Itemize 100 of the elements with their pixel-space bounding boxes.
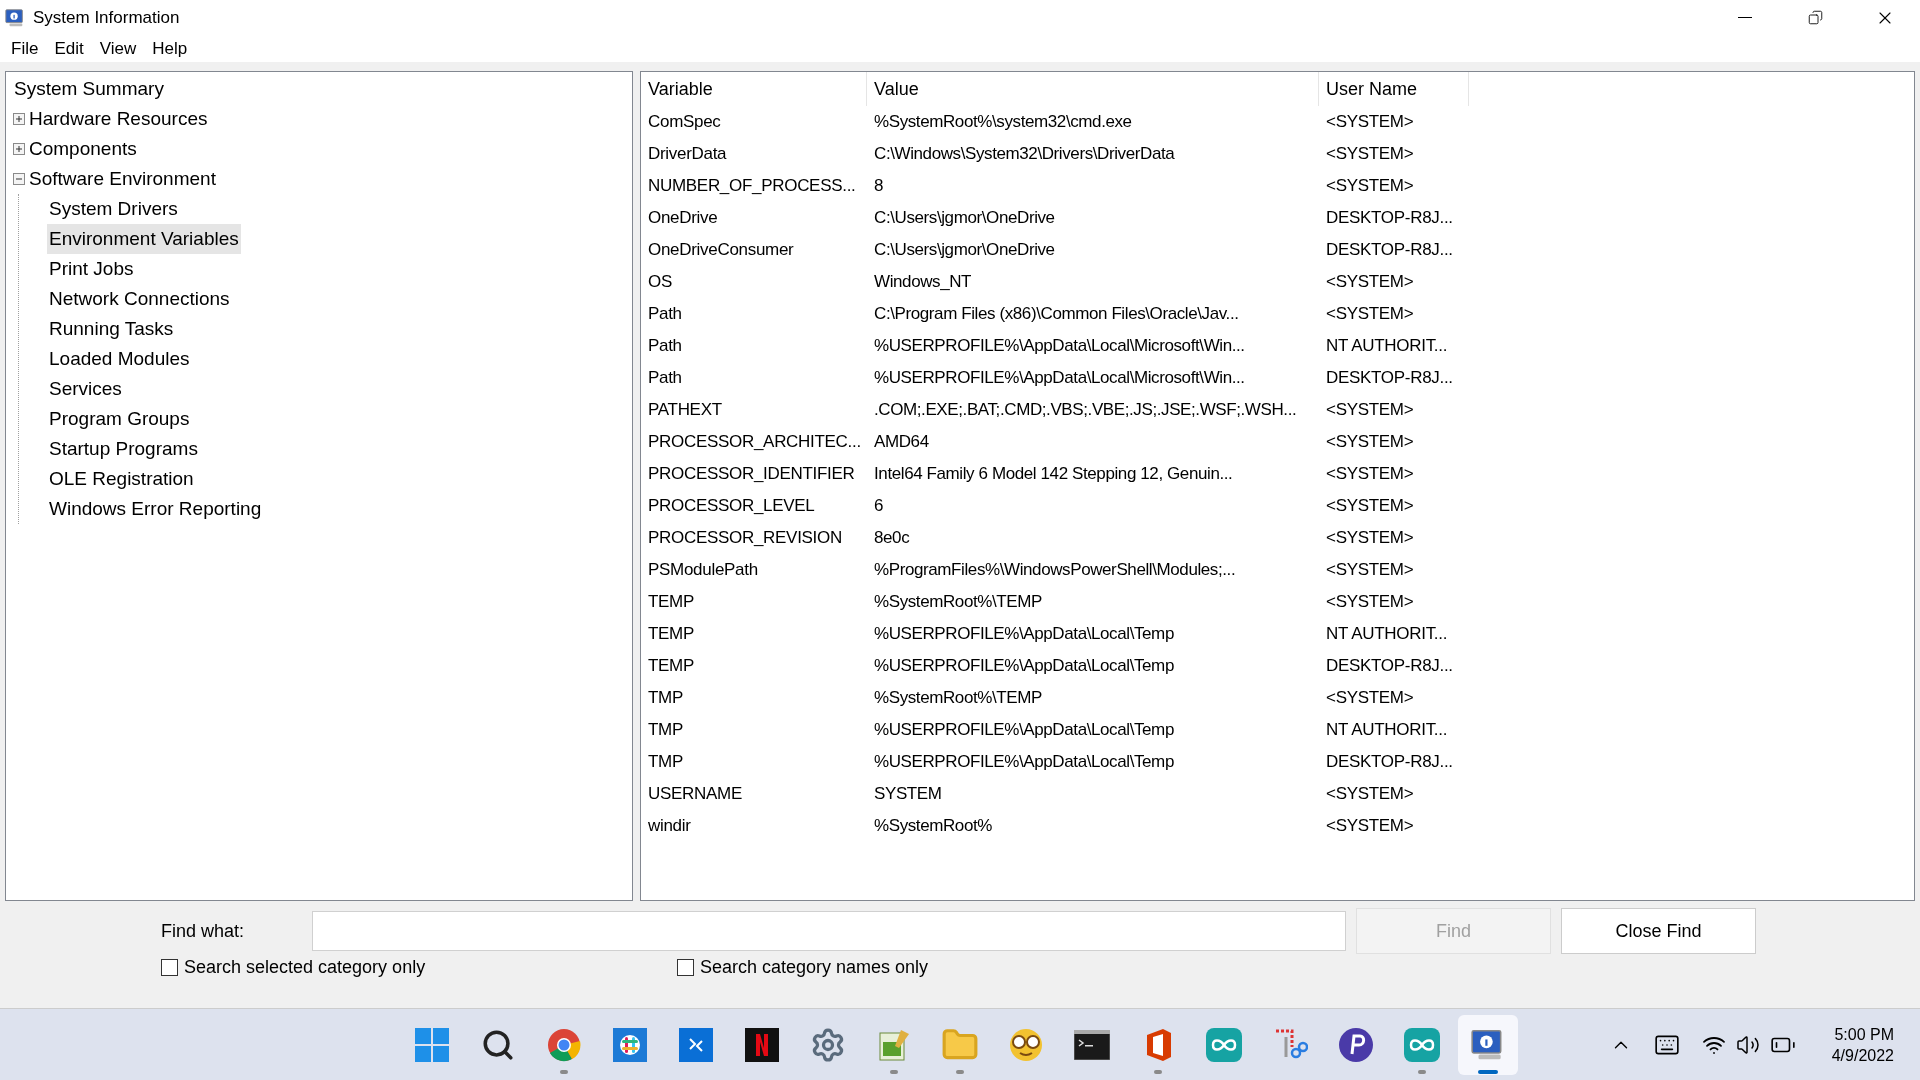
- table-cell-text: Intel64 Family 6 Model 142 Stepping 12, Genuin...: [873, 463, 1234, 486]
- table-cell-text: <SYSTEM>: [1325, 431, 1415, 454]
- terminal-icon[interactable]: [1074, 1029, 1110, 1060]
- table-row[interactable]: ComSpec %SystemRoot%\system32\cmd.exe <SYSTEM>: [641, 106, 1914, 138]
- tree-item[interactable]: Print Jobs: [47, 254, 136, 284]
- column-header[interactable]: Value: [867, 72, 1319, 106]
- streaming-app-icon[interactable]: [745, 1027, 779, 1062]
- collapse-icon[interactable]: [13, 173, 25, 185]
- owl-face-icon[interactable]: [1008, 1027, 1044, 1062]
- table-row[interactable]: Path C:\Program Files (x86)\Common Files\Oracle\Jav... <SYSTEM>: [641, 298, 1914, 330]
- tree-item[interactable]: Program Groups: [47, 404, 192, 434]
- table-cell-text: PROCESSOR_ARCHITEC...: [647, 431, 862, 454]
- table-cell-text: <SYSTEM>: [1325, 143, 1415, 166]
- tree-item[interactable]: Services: [47, 374, 124, 404]
- tree-item[interactable]: Windows Error Reporting: [47, 494, 264, 524]
- table-row[interactable]: PROCESSOR_IDENTIFIER Intel64 Family 6 Model 142 Stepping 12, Genuin... <SYSTEM>: [641, 458, 1914, 490]
- column-header[interactable]: User Name: [1319, 72, 1469, 106]
- tree-item[interactable]: Software Environment: [27, 164, 218, 194]
- search-icon[interactable]: [481, 1027, 515, 1062]
- infinity-app-icon[interactable]: [1206, 1027, 1242, 1062]
- table-cell-text: SYSTEM: [873, 783, 943, 806]
- table-cell-text: C:\Users\jgmor\OneDrive: [873, 239, 1056, 262]
- table-cell-text: %SystemRoot%: [873, 815, 994, 838]
- taskbar-app-button[interactable]: [1458, 1014, 1518, 1075]
- table-row[interactable]: OS Windows_NT <SYSTEM>: [641, 266, 1914, 298]
- tree-item[interactable]: System Summary: [12, 78, 166, 99]
- settings-icon[interactable]: [810, 1026, 846, 1063]
- checkbox[interactable]: [677, 959, 694, 976]
- table-row[interactable]: TMP %SystemRoot%\TEMP <SYSTEM>: [641, 682, 1914, 714]
- table-cell-text: <SYSTEM>: [1325, 783, 1415, 806]
- hash-app-icon[interactable]: [613, 1027, 647, 1062]
- tree-item[interactable]: Running Tasks: [47, 314, 176, 344]
- monitor-info-icon: [4, 6, 26, 29]
- menu-item[interactable]: Edit: [46, 36, 92, 61]
- table-cell-text: C:\Windows\System32\Drivers\DriverData: [873, 143, 1176, 166]
- infinity-app-icon[interactable]: [1404, 1027, 1440, 1062]
- table-row[interactable]: PROCESSOR_REVISION 8e0c <SYSTEM>: [641, 522, 1914, 554]
- menu-item[interactable]: View: [91, 36, 145, 61]
- table-cell-text: windir: [647, 815, 692, 838]
- table-cell-text: %SystemRoot%\TEMP: [873, 687, 1043, 710]
- table-row[interactable]: PATHEXT .COM;.EXE;.BAT;.CMD;.VBS;.VBE;.JS;.JSE;.WSF;.WSH... <SYSTEM>: [641, 394, 1914, 426]
- table-row[interactable]: OneDriveConsumer C:\Users\jgmor\OneDrive DESKTOP-R8J...: [641, 234, 1914, 266]
- table-cell-text: Path: [647, 303, 683, 326]
- table-cell-text: <SYSTEM>: [1325, 463, 1415, 486]
- tree-item[interactable]: System Drivers: [47, 194, 180, 224]
- tree-item[interactable]: Hardware Resources: [27, 104, 210, 134]
- table-row[interactable]: DriverData C:\Windows\System32\Drivers\DriverData <SYSTEM>: [641, 138, 1914, 170]
- clock[interactable]: 5:00 PM 4/9/2022: [1831, 1023, 1894, 1066]
- menu-item[interactable]: Help: [144, 36, 196, 61]
- table-row[interactable]: windir %SystemRoot% <SYSTEM>: [641, 810, 1914, 842]
- table-cell-text: TEMP: [647, 655, 696, 678]
- tree-item[interactable]: Components: [27, 134, 139, 164]
- checkbox-label: Search selected category only: [184, 956, 426, 979]
- table-row[interactable]: TMP %USERPROFILE%\AppData\Local\Temp DESKTOP-R8J...: [641, 746, 1914, 778]
- expand-icon[interactable]: [13, 113, 25, 125]
- column-header[interactable]: Variable: [641, 72, 867, 106]
- tree-item[interactable]: Loaded Modules: [47, 344, 192, 374]
- table-row[interactable]: Path %USERPROFILE%\AppData\Local\Microsoft\Win... DESKTOP-R8J...: [641, 362, 1914, 394]
- find-input-field[interactable]: [312, 911, 1346, 951]
- table-row[interactable]: PROCESSOR_ARCHITEC... AMD64 <SYSTEM>: [641, 426, 1914, 458]
- browser-icon[interactable]: [547, 1027, 581, 1062]
- table-row[interactable]: PROCESSOR_LEVEL 6 <SYSTEM>: [641, 490, 1914, 522]
- table-row[interactable]: TEMP %SystemRoot%\TEMP <SYSTEM>: [641, 586, 1914, 618]
- table-cell-text: PATHEXT: [647, 399, 723, 422]
- p-circle-icon[interactable]: [1338, 1026, 1374, 1063]
- table-cell-text: <SYSTEM>: [1325, 559, 1415, 582]
- table-cell-text: <SYSTEM>: [1325, 591, 1415, 614]
- close-find-button[interactable]: Close Find: [1561, 908, 1756, 954]
- table-row[interactable]: OneDrive C:\Users\jgmor\OneDrive DESKTOP-R8J...: [641, 202, 1914, 234]
- table-cell-text: <SYSTEM>: [1325, 687, 1415, 710]
- table-row[interactable]: PSModulePath %ProgramFiles%\WindowsPowerShell\Modules;... <SYSTEM>: [641, 554, 1914, 586]
- checkbox-label: Search category names only: [700, 956, 929, 979]
- tree-item[interactable]: Environment Variables: [47, 224, 241, 254]
- menu-item[interactable]: File: [3, 36, 47, 61]
- table-row[interactable]: Path %USERPROFILE%\AppData\Local\Microsoft\Win... NT AUTHORIT...: [641, 330, 1914, 362]
- table-row[interactable]: TMP %USERPROFILE%\AppData\Local\Temp NT AUTHORIT...: [641, 714, 1914, 746]
- tree-item[interactable]: OLE Registration: [47, 464, 196, 494]
- table-cell-text: DESKTOP-R8J...: [1325, 239, 1454, 262]
- expand-icon[interactable]: [13, 143, 25, 155]
- table-row[interactable]: USERNAME SYSTEM <SYSTEM>: [641, 778, 1914, 810]
- notepad-pencil-icon[interactable]: [877, 1027, 911, 1062]
- table-cell-text: 6: [873, 495, 885, 518]
- table-row[interactable]: NUMBER_OF_PROCESS... 8 <SYSTEM>: [641, 170, 1914, 202]
- table-cell-text: OneDrive: [647, 207, 719, 230]
- table-cell-text: USERNAME: [647, 783, 743, 806]
- tree-item[interactable]: Network Connections: [47, 284, 232, 314]
- window-title: System Information: [33, 6, 180, 29]
- table-cell-text: <SYSTEM>: [1325, 175, 1415, 198]
- table-cell-text: AMD64: [873, 431, 930, 454]
- table-cell-text: %USERPROFILE%\AppData\Local\Temp: [873, 719, 1175, 742]
- table-row[interactable]: TEMP %USERPROFILE%\AppData\Local\Temp DESKTOP-R8J...: [641, 650, 1914, 682]
- table-cell-text: PSModulePath: [647, 559, 759, 582]
- remote-arrows-icon[interactable]: [679, 1027, 713, 1062]
- table-row[interactable]: TEMP %USERPROFILE%\AppData\Local\Temp NT AUTHORIT...: [641, 618, 1914, 650]
- table-cell-text: NT AUTHORIT...: [1325, 719, 1449, 742]
- windows-logo-icon[interactable]: [415, 1027, 449, 1062]
- tree-item[interactable]: Startup Programs: [47, 434, 200, 464]
- table-cell-text: PROCESSOR_REVISION: [647, 527, 843, 550]
- checkbox[interactable]: [161, 959, 178, 976]
- clock-date: 4/9/2022: [1831, 1045, 1894, 1066]
